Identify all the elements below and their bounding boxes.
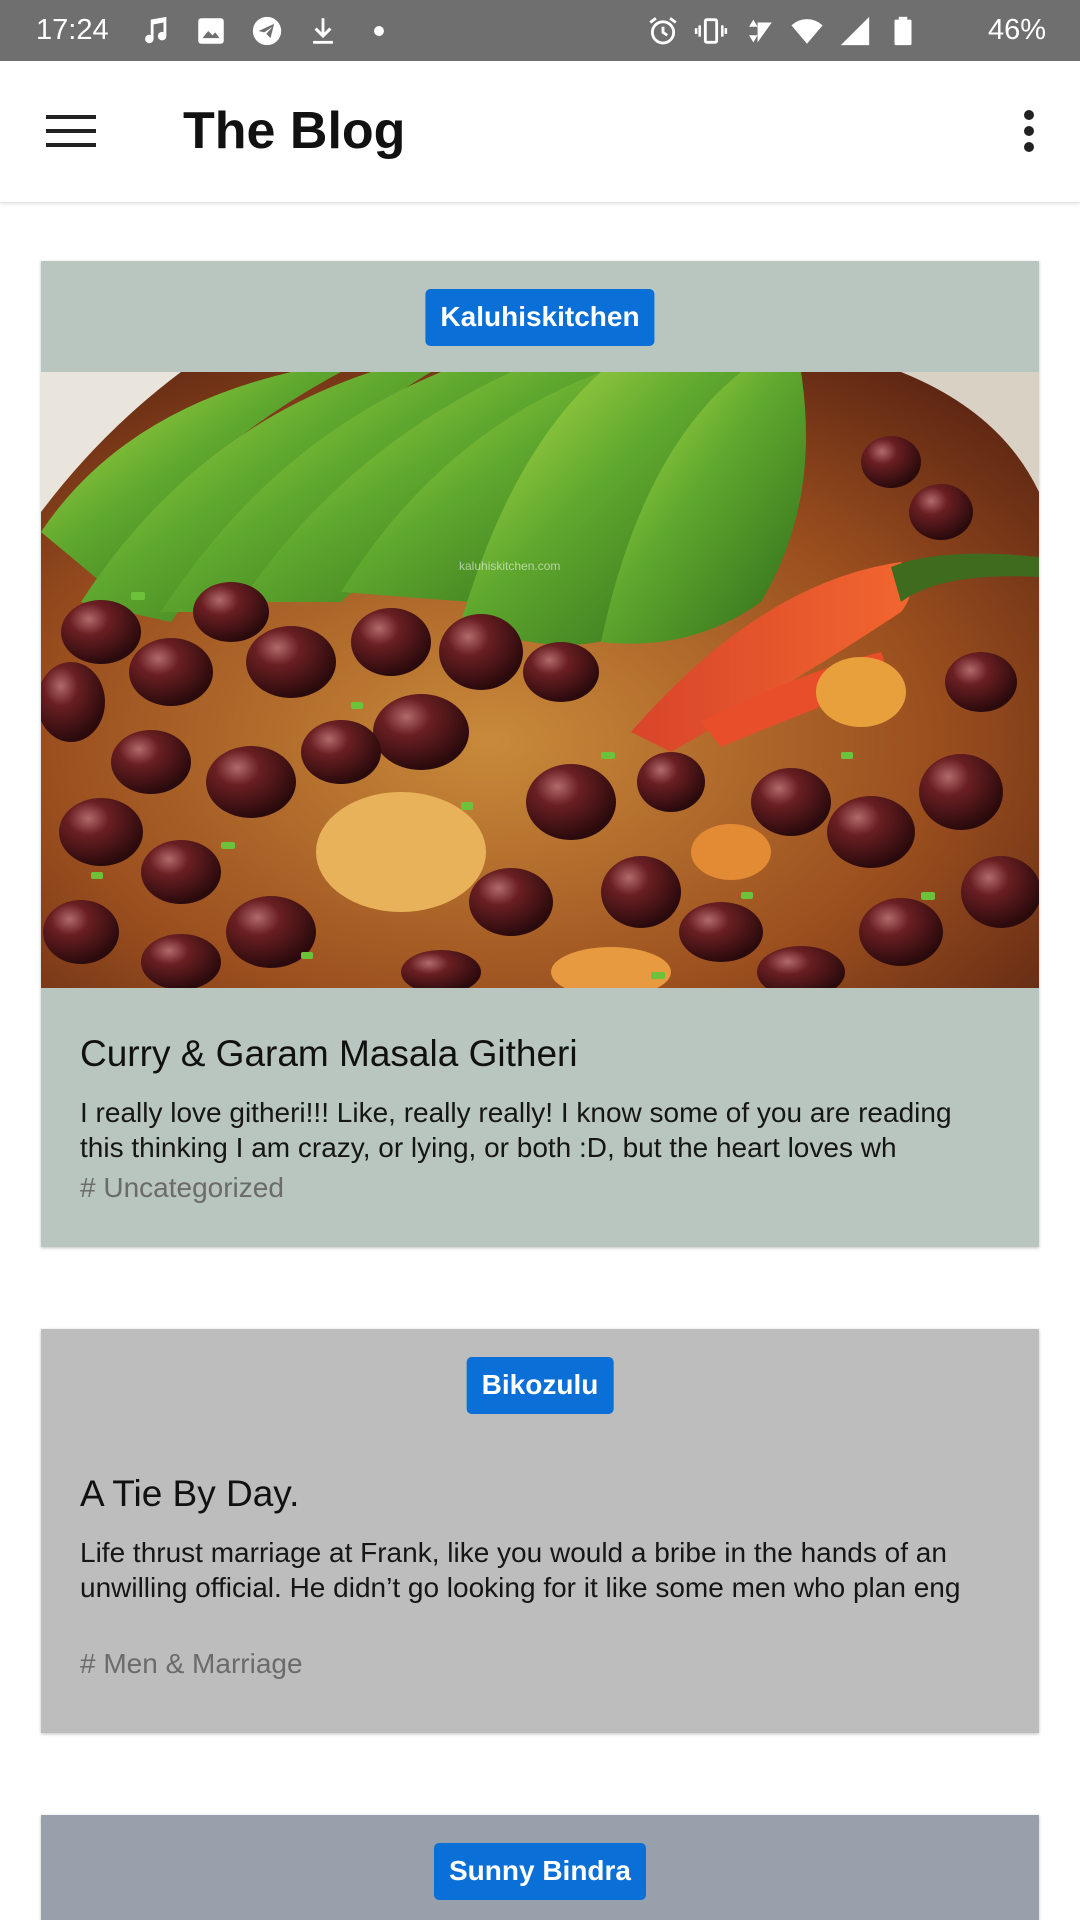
system-icons [646,12,920,50]
status-time: 17:24 [36,14,109,46]
source-badge[interactable]: Bikozulu [466,1357,614,1414]
dot-icon [362,14,396,48]
music-note-icon [138,14,172,48]
more-vertical-icon[interactable] [1004,101,1054,161]
post-title[interactable]: Curry & Garam Masala Githeri [80,1031,578,1077]
app-title: The Blog [183,102,406,160]
image-watermark: kaluhiskitchen.com [459,559,560,573]
telegram-icon [250,14,284,48]
wifi-icon [790,14,824,48]
source-badge[interactable]: Kaluhiskitchen [425,289,655,346]
image-icon [194,14,228,48]
alarm-icon [646,14,680,48]
post-card[interactable]: Sunny Bindra [41,1815,1039,1920]
notification-icons [138,12,396,50]
post-card[interactable]: Bikozulu A Tie By Day. Life thrust marri… [41,1329,1039,1733]
signal-icon [838,14,872,48]
post-card[interactable]: Kaluhiskitchen kaluhiskitchen.com Curry … [41,261,1039,1247]
download-icon [306,14,340,48]
data-arrows-icon [742,14,776,48]
post-excerpt: I really love githeri!!! Like, really re… [80,1097,952,1163]
source-badge[interactable]: Sunny Bindra [433,1843,647,1900]
vibrate-icon [694,14,728,48]
post-feed: Kaluhiskitchen kaluhiskitchen.com Curry … [41,261,1039,1920]
status-bar: 17:24 46% [0,0,1080,61]
post-excerpt: Life thrust marriage at Frank, like you … [80,1537,961,1603]
post-tag[interactable]: # Uncategorized [80,1170,284,1206]
battery-icon [886,14,920,48]
app-bar: The Blog [0,61,1080,203]
hamburger-menu-icon[interactable] [36,101,106,161]
post-title[interactable]: A Tie By Day. [80,1471,299,1517]
post-tag[interactable]: # Men & Marriage [80,1646,303,1682]
post-image[interactable]: kaluhiskitchen.com [41,372,1039,988]
battery-percent: 46% [987,14,1046,46]
